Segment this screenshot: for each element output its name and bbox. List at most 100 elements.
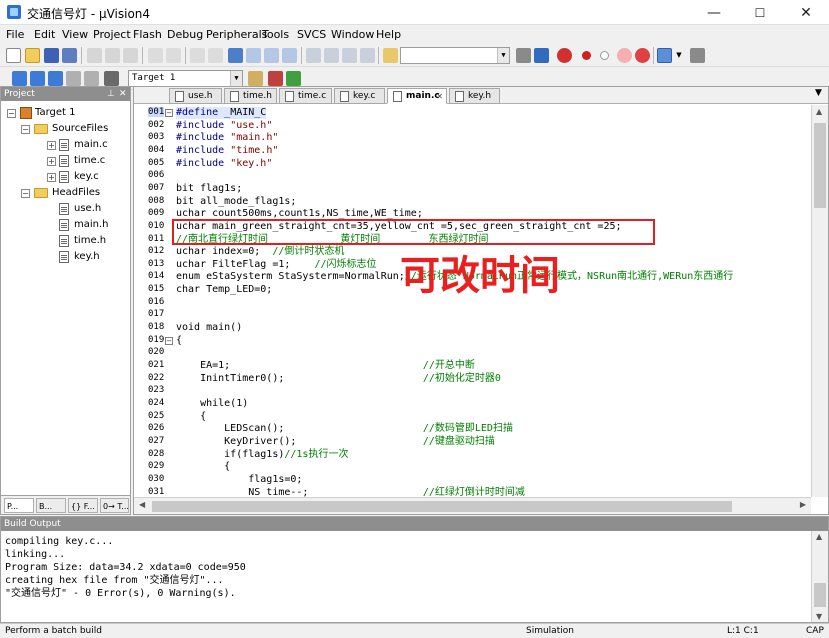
editor-horizontal-scrollbar[interactable]: ◀ ▶ bbox=[134, 497, 811, 514]
code-line[interactable]: #include "key.h" bbox=[176, 158, 272, 170]
scroll-left-icon[interactable]: ◀ bbox=[139, 500, 145, 509]
comment-icon[interactable] bbox=[342, 48, 357, 63]
nav-back-icon[interactable] bbox=[190, 48, 205, 63]
tab-key-c[interactable]: key.c bbox=[334, 88, 385, 104]
find-combo[interactable]: ▼ bbox=[400, 47, 510, 64]
code-line[interactable]: EA=1; //开总中断 bbox=[176, 360, 475, 372]
copy-icon[interactable] bbox=[105, 48, 120, 63]
window-layout-icon[interactable] bbox=[657, 48, 672, 63]
tree-item-key-c[interactable]: + key.c bbox=[1, 169, 130, 185]
tab-books[interactable]: B... bbox=[36, 498, 66, 513]
tab-functions[interactable]: {} F... bbox=[68, 498, 98, 513]
code-line[interactable]: #include "time.h" bbox=[176, 145, 278, 157]
maximize-button[interactable]: ☐ bbox=[737, 0, 783, 25]
close-icon[interactable]: ✕ bbox=[119, 87, 127, 101]
undo-icon[interactable] bbox=[148, 48, 163, 63]
find-icon[interactable] bbox=[534, 48, 549, 63]
code-line[interactable]: bit flag1s; bbox=[176, 183, 242, 195]
download-icon[interactable] bbox=[104, 71, 119, 86]
collapse-icon[interactable]: − bbox=[21, 125, 30, 134]
collapse-icon[interactable]: − bbox=[7, 109, 16, 118]
rebuild-icon[interactable] bbox=[48, 71, 63, 86]
translate-icon[interactable] bbox=[12, 71, 27, 86]
code-line[interactable]: while(1) bbox=[176, 398, 248, 410]
code-line[interactable]: NS_time--; //红绿灯倒计时时间减 bbox=[176, 487, 525, 498]
fold-toggle-icon[interactable]: − bbox=[165, 336, 173, 345]
chevron-down-icon[interactable]: ▼ bbox=[674, 48, 684, 63]
tree-item-target-1[interactable]: − Target 1 bbox=[1, 105, 130, 121]
target-options-icon[interactable] bbox=[248, 71, 263, 86]
code-line[interactable]: uchar FilteFlag =1; //闪烁标志位 bbox=[176, 259, 377, 271]
tree-item-headfiles[interactable]: − HeadFiles bbox=[1, 185, 130, 201]
tab-list-icon[interactable]: ▼ bbox=[815, 88, 822, 98]
redo-icon[interactable] bbox=[166, 48, 181, 63]
editor-vertical-scrollbar[interactable]: ▲ bbox=[811, 105, 828, 497]
batch-build-icon[interactable] bbox=[66, 71, 81, 86]
save-icon[interactable] bbox=[44, 48, 59, 63]
code-line[interactable]: void main() bbox=[176, 322, 242, 334]
scrollbar-thumb[interactable] bbox=[814, 583, 826, 607]
code-area[interactable]: #define _MAIN_C #include "use.h" #include … bbox=[176, 105, 810, 497]
disable-breakpoint-icon[interactable] bbox=[600, 51, 609, 60]
tree-item-time-c[interactable]: + time.c bbox=[1, 153, 130, 169]
menu-file[interactable]: File bbox=[6, 28, 24, 41]
tab-key-h[interactable]: key.h bbox=[449, 88, 500, 104]
menu-help[interactable]: Help bbox=[376, 28, 401, 41]
scrollbar-thumb[interactable] bbox=[814, 123, 826, 208]
menu-tools[interactable]: Tools bbox=[262, 28, 289, 41]
code-line[interactable]: { bbox=[176, 335, 182, 347]
open-folder-icon[interactable] bbox=[25, 48, 40, 63]
scroll-right-icon[interactable]: ▶ bbox=[800, 500, 806, 509]
tab-templates[interactable]: 0→ T... bbox=[100, 498, 129, 513]
next-bookmark-icon[interactable] bbox=[264, 48, 279, 63]
chevron-down-icon[interactable]: ▼ bbox=[497, 48, 509, 63]
insert-breakpoint-icon[interactable] bbox=[582, 51, 591, 60]
scroll-up-icon[interactable]: ▲ bbox=[816, 532, 822, 541]
code-line[interactable]: uchar index=0; //倒计时状态机 bbox=[176, 246, 344, 258]
tab-project[interactable]: P... bbox=[4, 498, 34, 513]
target-select[interactable]: Target 1 ▼ bbox=[128, 70, 243, 87]
pin-icon[interactable]: ⊥ bbox=[107, 87, 115, 101]
code-line[interactable]: { bbox=[176, 461, 230, 473]
tree-item-use-h[interactable]: use.h bbox=[1, 201, 130, 217]
menu-flash[interactable]: Flash bbox=[133, 28, 162, 41]
scroll-down-icon[interactable]: ▼ bbox=[816, 612, 822, 621]
tree-item-time-h[interactable]: time.h bbox=[1, 233, 130, 249]
uncomment-icon[interactable] bbox=[360, 48, 375, 63]
menu-view[interactable]: View bbox=[62, 28, 88, 41]
tab-time-h[interactable]: time.h bbox=[224, 88, 277, 104]
expand-icon[interactable]: + bbox=[47, 157, 56, 166]
minimize-button[interactable]: — bbox=[691, 0, 737, 25]
scroll-up-icon[interactable]: ▲ bbox=[816, 107, 822, 116]
incremental-find-icon[interactable] bbox=[516, 48, 531, 63]
code-line[interactable]: KeyDriver(); //键盘驱动扫描 bbox=[176, 436, 495, 448]
paste-icon[interactable] bbox=[123, 48, 138, 63]
menu-project[interactable]: Project bbox=[93, 28, 131, 41]
tab-main-c[interactable]: main.c ✕ bbox=[387, 88, 447, 104]
chevron-down-icon[interactable]: ▼ bbox=[230, 71, 242, 86]
tree-item-sourcefiles[interactable]: − SourceFiles bbox=[1, 121, 130, 137]
kill-all-breakpoints-icon[interactable] bbox=[635, 48, 650, 63]
code-line[interactable]: if(flag1s)//1s执行一次 bbox=[176, 449, 348, 461]
cut-icon[interactable] bbox=[87, 48, 102, 63]
debug-session-icon[interactable] bbox=[557, 48, 572, 63]
scrollbar-thumb[interactable] bbox=[152, 501, 732, 512]
manage-components-icon[interactable] bbox=[268, 71, 283, 86]
tree-item-key-h[interactable]: key.h bbox=[1, 249, 130, 265]
tree-item-main-c[interactable]: + main.c bbox=[1, 137, 130, 153]
configure-icon[interactable] bbox=[690, 48, 705, 63]
menu-peripherals[interactable]: Peripherals bbox=[206, 28, 267, 41]
code-line[interactable]: #include "use.h" bbox=[176, 120, 272, 132]
menu-edit[interactable]: Edit bbox=[34, 28, 55, 41]
code-line[interactable]: { bbox=[176, 411, 206, 423]
tab-time-c[interactable]: time.c bbox=[279, 88, 332, 104]
close-button[interactable]: ✕ bbox=[783, 0, 829, 25]
unindent-icon[interactable] bbox=[324, 48, 339, 63]
build-output-scrollbar[interactable]: ▲ ▼ bbox=[811, 531, 828, 622]
code-line[interactable]: LEDScan(); //数码管即LED扫描 bbox=[176, 423, 513, 435]
code-line[interactable]: char Temp_LED=0; bbox=[176, 284, 272, 296]
new-file-icon[interactable] bbox=[6, 48, 21, 63]
fold-toggle-icon[interactable]: − bbox=[165, 109, 173, 117]
code-line[interactable]: flag1s=0; bbox=[176, 474, 302, 486]
menu-window[interactable]: Window bbox=[331, 28, 374, 41]
